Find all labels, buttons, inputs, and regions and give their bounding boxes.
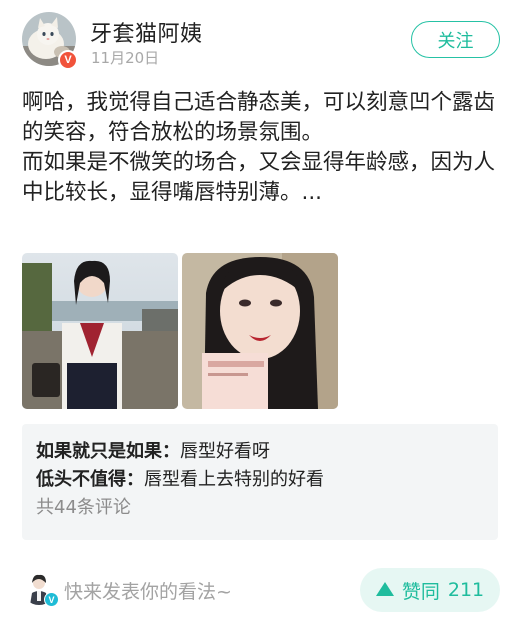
comment-preview[interactable]: 如果就只是如果：唇型好看呀 低头不值得：唇型看上去特别的好看 共44条评论 <box>22 424 498 540</box>
post-footer: V 快来发表你的看法~ 赞同 211 <box>22 568 500 612</box>
comment-user[interactable]: 如果就只是如果： <box>36 441 180 462</box>
comment-item: 如果就只是如果：唇型好看呀 <box>36 438 484 466</box>
upvote-count: 211 <box>447 579 485 601</box>
upvote-button[interactable]: 赞同 211 <box>360 568 500 612</box>
upvote-arrow-icon <box>375 582 394 596</box>
post-image-1[interactable] <box>22 253 178 409</box>
comment-total[interactable]: 共44条评论 <box>36 494 484 522</box>
author-name[interactable]: 牙套猫阿姨 <box>90 16 203 48</box>
post-paragraph: 而如果是不微笑的场合，又会显得年龄感，因为人中比较长，显得嘴唇特别薄。... <box>22 150 496 205</box>
comment-text: 唇型看上去特别的好看 <box>144 469 324 490</box>
comment-text: 唇型好看呀 <box>180 441 270 462</box>
follow-button[interactable]: 关注 <box>411 21 500 58</box>
comment-input[interactable]: 快来发表你的看法~ <box>64 577 232 604</box>
author-avatar[interactable]: V <box>22 12 78 70</box>
verified-badge-icon: V <box>58 50 78 70</box>
upvote-label: 赞同 <box>401 580 440 603</box>
comment-item: 低头不值得：唇型看上去特别的好看 <box>36 466 484 494</box>
post-paragraph: 啊哈，我觉得自己适合静态美，可以刻意凹个露齿的笑容，符合放松的场景氛围。 <box>22 90 496 145</box>
post-body[interactable]: 啊哈，我觉得自己适合静态美，可以刻意凹个露齿的笑容，符合放松的场景氛围。 而如果… <box>22 88 502 208</box>
my-verified-badge-icon: V <box>44 592 59 607</box>
post-header: V 牙套猫阿姨 11月20日 关注 <box>22 12 500 70</box>
post-date: 11月20日 <box>91 49 160 67</box>
post-image-2[interactable] <box>182 253 338 409</box>
comment-user[interactable]: 低头不值得： <box>36 469 144 490</box>
